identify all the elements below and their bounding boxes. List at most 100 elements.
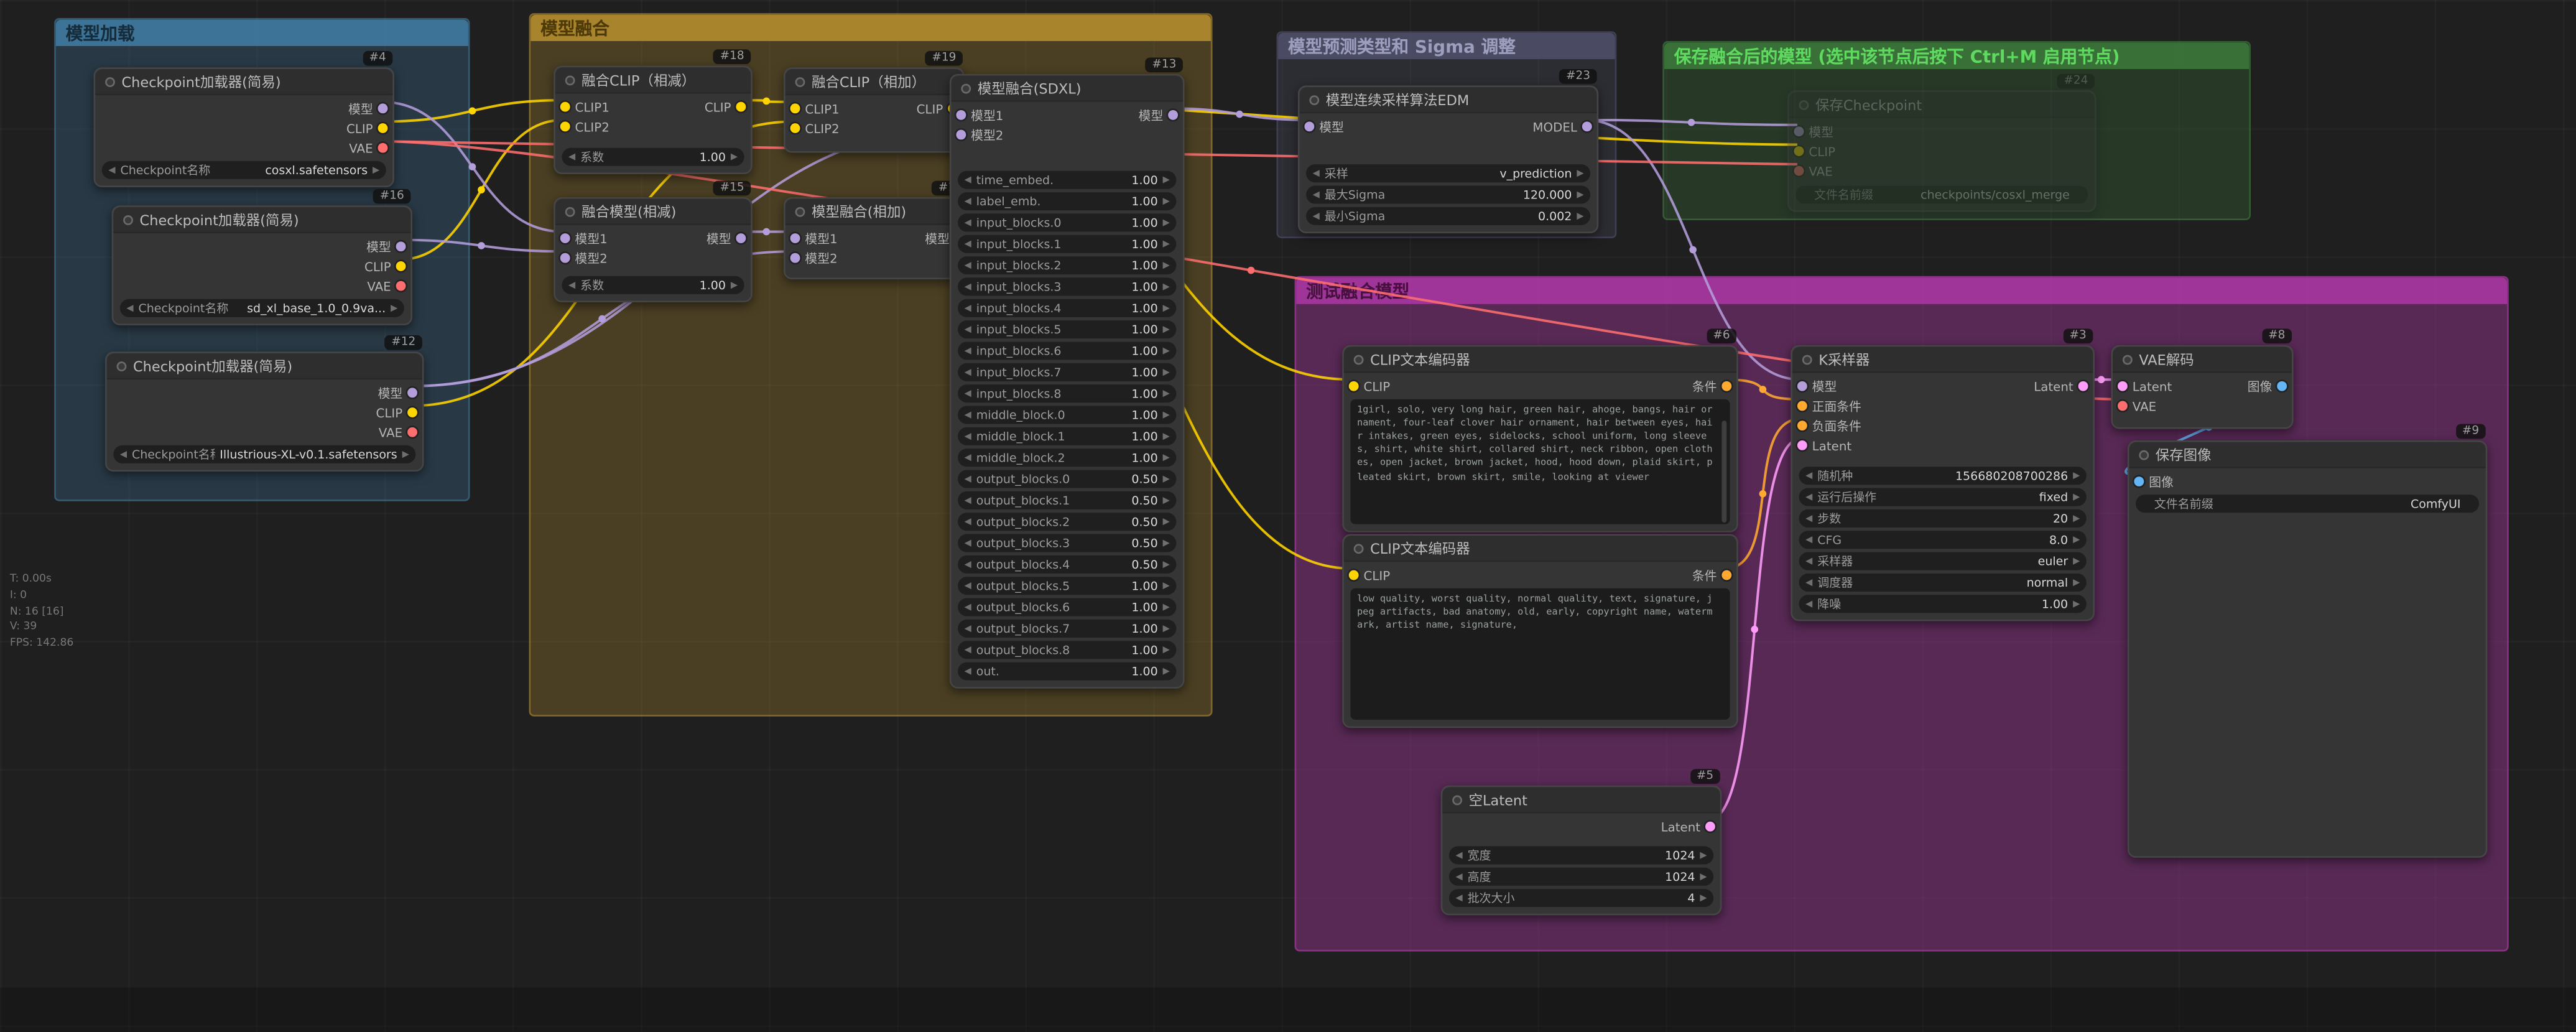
output-port[interactable]: CLIP [364,256,410,276]
collapse-dot[interactable] [1452,794,1462,804]
decrement-arrow[interactable]: ◀ [965,410,971,420]
port-dot[interactable] [1168,110,1178,120]
input-port[interactable]: 模型2 [555,248,608,268]
widget[interactable]: ◀Checkpoint名称Illustrious-XL-v0.1.safeten… [113,445,415,463]
node-title-bar[interactable]: K采样器 [1792,346,2093,373]
widget[interactable]: ◀output_blocks.61.00▶ [958,598,1176,616]
port-dot[interactable] [736,102,746,112]
input-port[interactable]: CLIP [1789,141,1835,161]
widget[interactable]: ◀input_blocks.21.00▶ [958,256,1176,274]
decrement-arrow[interactable]: ◀ [965,431,971,441]
widget[interactable]: ◀input_blocks.71.00▶ [958,363,1176,381]
decrement-arrow[interactable]: ◀ [1313,190,1320,200]
port-dot[interactable] [1349,381,1359,391]
output-port[interactable]: 图像 [2248,376,2292,396]
graph-canvas[interactable]: 模型加载 模型融合 模型预测类型和 Sigma 调整 保存融合后的模型 (选中该… [0,0,2576,1032]
collapse-dot[interactable] [1309,95,1319,105]
increment-arrow[interactable]: ▶ [1163,197,1170,207]
decrement-arrow[interactable]: ◀ [965,666,971,676]
node-title-bar[interactable]: 模型融合(相加) [785,199,970,225]
port-dot[interactable] [790,253,800,263]
widget[interactable]: ◀最大Sigma120.000▶ [1306,186,1590,204]
node-title-bar[interactable]: 模型融合(SDXL) [951,76,1182,102]
port-dot[interactable] [1797,401,1807,411]
decrement-arrow[interactable]: ◀ [965,581,971,591]
widget[interactable]: ◀output_blocks.81.00▶ [958,641,1176,659]
decrement-arrow[interactable]: ◀ [965,239,971,249]
output-port[interactable]: CLIP [705,97,751,117]
node-title-bar[interactable]: 保存Checkpoint [1789,92,2095,118]
output-port[interactable]: 条件 [1692,565,1736,585]
widget[interactable]: ◀output_blocks.71.00▶ [958,620,1176,638]
node-empty-latent-5[interactable]: #5 空Latent Latent ◀宽度1024▶◀高度1024▶◀批次大小4… [1441,786,1722,916]
port-dot[interactable] [1582,121,1592,131]
widget[interactable]: ◀out.1.00▶ [958,662,1176,681]
increment-arrow[interactable]: ▶ [1163,559,1170,569]
prompt-textarea[interactable]: 1girl, solo, very long hair, green hair,… [1350,399,1730,524]
collapse-dot[interactable] [2139,449,2149,459]
decrement-arrow[interactable]: ◀ [965,559,971,569]
port-dot[interactable] [378,123,388,133]
output-port[interactable]: 模型 [707,228,751,248]
port-dot[interactable] [407,407,417,417]
decrement-arrow[interactable]: ◀ [965,495,971,505]
widget[interactable]: ◀label_emb.1.00▶ [958,192,1176,210]
group-title-bar[interactable]: 测试融合模型 [1296,277,2507,304]
input-port[interactable]: 模型2 [951,125,1003,145]
input-port[interactable]: VAE [1789,161,1835,181]
increment-arrow[interactable]: ▶ [1163,602,1170,612]
collapse-dot[interactable] [1799,100,1809,109]
port-dot[interactable] [407,388,417,397]
node-model-merge-add-17[interactable]: #17 模型融合(相加) 模型1模型2 模型 [784,197,971,279]
collapse-dot[interactable] [961,83,971,93]
widget[interactable]: ◀input_blocks.51.00▶ [958,320,1176,338]
widget[interactable]: ◀Checkpoint名称cosxl.safetensors▶ [102,161,386,179]
node-title-bar[interactable]: CLIP文本编码器 [1344,536,1736,562]
increment-arrow[interactable]: ▶ [731,280,738,290]
increment-arrow[interactable]: ▶ [2073,578,2080,588]
widget[interactable]: ◀input_blocks.41.00▶ [958,299,1176,317]
widget[interactable]: ◀output_blocks.00.50▶ [958,470,1176,488]
decrement-arrow[interactable]: ◀ [965,645,971,655]
increment-arrow[interactable]: ▶ [402,449,409,459]
widget[interactable]: ◀middle_block.21.00▶ [958,449,1176,467]
decrement-arrow[interactable]: ◀ [1455,850,1462,860]
input-port[interactable]: 正面条件 [1792,396,1861,416]
node-title-bar[interactable]: 保存图像 [2129,442,2486,468]
output-port[interactable]: 条件 [1692,376,1736,396]
port-dot[interactable] [1797,421,1807,430]
port-dot[interactable] [1794,126,1804,136]
widget[interactable]: ◀Checkpoint名称sd_xl_base_1.0_0.9va...▶ [120,299,404,317]
widget[interactable]: ◀input_blocks.81.00▶ [958,384,1176,402]
node-clip-merge-subtract-18[interactable]: #18 融合CLIP（相减） CLIP1CLIP2 CLIP ◀系数1.00▶ [554,66,753,174]
input-port[interactable]: CLIP2 [785,118,840,138]
port-dot[interactable] [1705,822,1715,832]
port-dot[interactable] [736,233,746,243]
widget[interactable]: ◀output_blocks.30.50▶ [958,534,1176,552]
output-port[interactable]: Latent [2034,376,2093,396]
group-title-bar[interactable]: 模型融合 [530,15,1211,41]
port-dot[interactable] [560,121,570,131]
increment-arrow[interactable]: ▶ [1700,893,1707,903]
widget[interactable]: ◀调度器normal▶ [1799,574,2087,592]
increment-arrow[interactable]: ▶ [2073,471,2080,481]
collapse-dot[interactable] [1354,543,1364,553]
port-dot[interactable] [560,102,570,112]
increment-arrow[interactable]: ▶ [1163,325,1170,335]
port-dot[interactable] [2078,381,2088,391]
collapse-dot[interactable] [795,207,805,216]
widget[interactable]: ◀降噪1.00▶ [1799,595,2087,613]
node-clip-merge-add-19[interactable]: #19 融合CLIP（相加） CLIP1CLIP2 CLIP [784,67,965,152]
port-dot[interactable] [396,261,406,271]
port-dot[interactable] [407,427,417,437]
increment-arrow[interactable]: ▶ [1163,623,1170,633]
decrement-arrow[interactable]: ◀ [965,261,971,271]
decrement-arrow[interactable]: ◀ [1805,599,1812,609]
widget[interactable]: ◀宽度1024▶ [1449,846,1713,864]
node-model-sampling-edm-23[interactable]: #23 模型连续采样算法EDM 模型 MODEL ◀采样v_prediction… [1298,85,1598,233]
collapse-dot[interactable] [795,77,805,86]
decrement-arrow[interactable]: ◀ [1805,471,1812,481]
decrement-arrow[interactable]: ◀ [965,197,971,207]
decrement-arrow[interactable]: ◀ [568,280,575,290]
increment-arrow[interactable]: ▶ [1163,282,1170,292]
